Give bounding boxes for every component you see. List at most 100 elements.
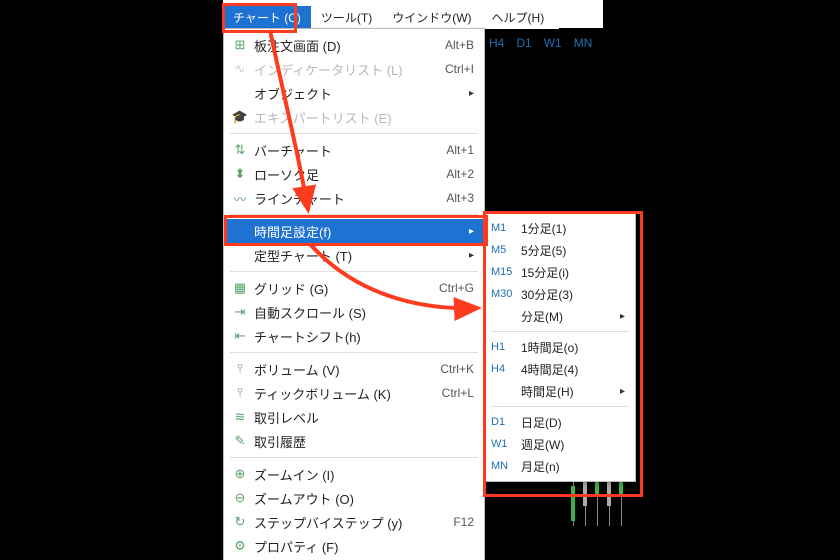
timeframe-code: D1 — [491, 416, 521, 428]
menu-item: 🎓エキスパートリスト (E) — [224, 105, 484, 129]
submenu-item-label: 時間足(H) — [521, 383, 617, 400]
menu-item[interactable]: 定型チャート (T)▸ — [224, 243, 484, 267]
timeframe-code: H4 — [491, 363, 521, 375]
submenu-item[interactable]: M11分足(1) — [485, 217, 635, 239]
menu-item-accelerator: Ctrl+G — [427, 281, 474, 295]
submenu-arrow-icon: ▸ — [464, 226, 474, 237]
menu-item-icon: ⊕ — [230, 466, 250, 482]
timeframe-code: M1 — [491, 222, 521, 234]
menu-item-label: ラインチャート — [250, 189, 434, 208]
timeframe-code: MN — [491, 460, 521, 472]
menu-item[interactable]: ⇤チャートシフト(h) — [224, 324, 484, 348]
menu-item-icon: ⬍ — [230, 166, 250, 182]
timeframe-code: W1 — [491, 438, 521, 450]
menu-item[interactable]: ▦グリッド (G)Ctrl+G — [224, 276, 484, 300]
menu-item[interactable]: ⚙プロパティ (F) — [224, 534, 484, 558]
window-stage: { "menubar": { "items": [ { "label": "チャ… — [0, 0, 840, 560]
menu-separator — [230, 352, 478, 353]
submenu-item[interactable]: M3030分足(3) — [485, 283, 635, 305]
submenu-item[interactable]: M55分足(5) — [485, 239, 635, 261]
menu-separator — [230, 271, 478, 272]
submenu-item[interactable]: MN月足(n) — [485, 455, 635, 477]
menu-chart[interactable]: チャート (C) — [223, 6, 311, 29]
submenu-item[interactable]: W1週足(W) — [485, 433, 635, 455]
menu-item[interactable]: ⇅バーチャートAlt+1 — [224, 138, 484, 162]
menu-separator — [230, 457, 478, 458]
menu-item[interactable]: ↻ステップバイステップ (y)F12 — [224, 510, 484, 534]
menu-item[interactable]: ⇥自動スクロール (S) — [224, 300, 484, 324]
chart-dropdown: ⊞板注文画面 (D)Alt+B ∿インディケータリスト (L)Ctrl+I オブジェ… — [223, 28, 485, 560]
menu-item-label: 取引履歴 — [250, 432, 474, 451]
menu-item-label: ボリューム (V) — [250, 360, 428, 379]
submenu-item-label: 15分足(i) — [521, 264, 625, 281]
menu-item-accelerator: Alt+3 — [434, 191, 474, 205]
menu-item-label: 自動スクロール (S) — [250, 303, 474, 322]
menu-item[interactable]: ✎取引履歴 — [224, 429, 484, 453]
menu-item[interactable]: ≋取引レベル — [224, 405, 484, 429]
menu-item-icon: ⇤ — [230, 328, 250, 344]
submenu-item[interactable]: H44時間足(4) — [485, 358, 635, 380]
submenu-item[interactable]: H11時間足(o) — [485, 336, 635, 358]
menu-item-accelerator: Alt+B — [433, 38, 474, 52]
submenu-arrow-icon: ▸ — [464, 250, 474, 261]
submenu-item-label: 5分足(5) — [521, 242, 625, 259]
menu-item[interactable]: オブジェクト▸ — [224, 81, 484, 105]
menu-item[interactable]: ⊖ズームアウト (O) — [224, 486, 484, 510]
menu-item-icon: 〰 — [230, 189, 250, 208]
menu-item-icon: ∿ — [230, 61, 250, 77]
tf-button-d1[interactable]: D1 — [516, 36, 531, 50]
menu-item-label: ローソク足 — [250, 165, 434, 184]
menu-item[interactable]: 〰ラインチャートAlt+3 — [224, 186, 484, 210]
menu-item-accelerator: Alt+1 — [434, 143, 474, 157]
timeframe-submenu: M11分足(1)M55分足(5)M1515分足(i)M3030分足(3)分足(M… — [484, 212, 636, 482]
submenu-item-label: 1分足(1) — [521, 220, 625, 237]
menu-item[interactable]: ⊕ズームイン (I) — [224, 462, 484, 486]
menu-item-icon: ✎ — [230, 433, 250, 449]
menu-item[interactable]: ⬍ローソク足Alt+2 — [224, 162, 484, 186]
tf-button-mn[interactable]: MN — [574, 36, 593, 50]
menu-item[interactable]: ⫯ボリューム (V)Ctrl+K — [224, 357, 484, 381]
menu-item[interactable]: ⫯ティックボリューム (K)Ctrl+L — [224, 381, 484, 405]
menu-item-accelerator: Ctrl+K — [428, 362, 474, 376]
submenu-item-label: 1時間足(o) — [521, 339, 625, 356]
menu-window[interactable]: ウインドウ(W) — [382, 6, 481, 29]
menu-item-label: 板注文画面 (D) — [250, 36, 433, 55]
submenu-item[interactable]: 分足(M)▸ — [485, 305, 635, 327]
submenu-item[interactable]: M1515分足(i) — [485, 261, 635, 283]
timeframe-code: M30 — [491, 288, 521, 300]
timeframe-toolbar: H4 D1 W1 MN — [489, 32, 592, 54]
menu-item-accelerator: Ctrl+I — [433, 62, 474, 76]
menu-item-label: ティックボリューム (K) — [250, 384, 430, 403]
menu-item-label: チャートシフト(h) — [250, 327, 474, 346]
menu-item-icon: ↻ — [230, 514, 250, 530]
menu-item-icon: 🎓 — [230, 109, 250, 125]
menu-item-icon: ⫯ — [230, 385, 250, 401]
submenu-item-label: 4時間足(4) — [521, 361, 625, 378]
menu-item-icon: ⇥ — [230, 304, 250, 320]
menu-item-icon: ▦ — [230, 280, 250, 296]
menu-item-label: グリッド (G) — [250, 279, 427, 298]
menu-item-label: インディケータリスト (L) — [250, 60, 433, 79]
menubar: チャート (C) ツール(T) ウインドウ(W) ヘルプ(H) — [223, 6, 558, 28]
submenu-arrow-icon: ▸ — [464, 88, 474, 99]
menu-item-accelerator: Alt+2 — [434, 167, 474, 181]
menu-item-label: 定型チャート (T) — [250, 246, 464, 265]
menu-tools[interactable]: ツール(T) — [311, 6, 382, 29]
timeframe-code: M5 — [491, 244, 521, 256]
submenu-item[interactable]: 時間足(H)▸ — [485, 380, 635, 402]
submenu-item-label: 月足(n) — [521, 458, 625, 475]
submenu-item-label: 30分足(3) — [521, 286, 625, 303]
submenu-item-label: 日足(D) — [521, 414, 625, 431]
tf-button-h4[interactable]: H4 — [489, 36, 504, 50]
menu-help[interactable]: ヘルプ(H) — [482, 6, 555, 29]
menu-separator — [230, 214, 478, 215]
menu-item-label: 時間足設定(f) — [250, 222, 464, 241]
menu-item-label: ステップバイステップ (y) — [250, 513, 441, 532]
tf-button-w1[interactable]: W1 — [544, 36, 562, 50]
menu-item[interactable]: 時間足設定(f)▸ — [224, 219, 484, 243]
timeframe-code: M15 — [491, 266, 521, 278]
submenu-item[interactable]: D1日足(D) — [485, 411, 635, 433]
menu-item-label: ズームアウト (O) — [250, 489, 474, 508]
menu-item[interactable]: ⊞板注文画面 (D)Alt+B — [224, 33, 484, 57]
submenu-item-label: 分足(M) — [521, 308, 617, 325]
